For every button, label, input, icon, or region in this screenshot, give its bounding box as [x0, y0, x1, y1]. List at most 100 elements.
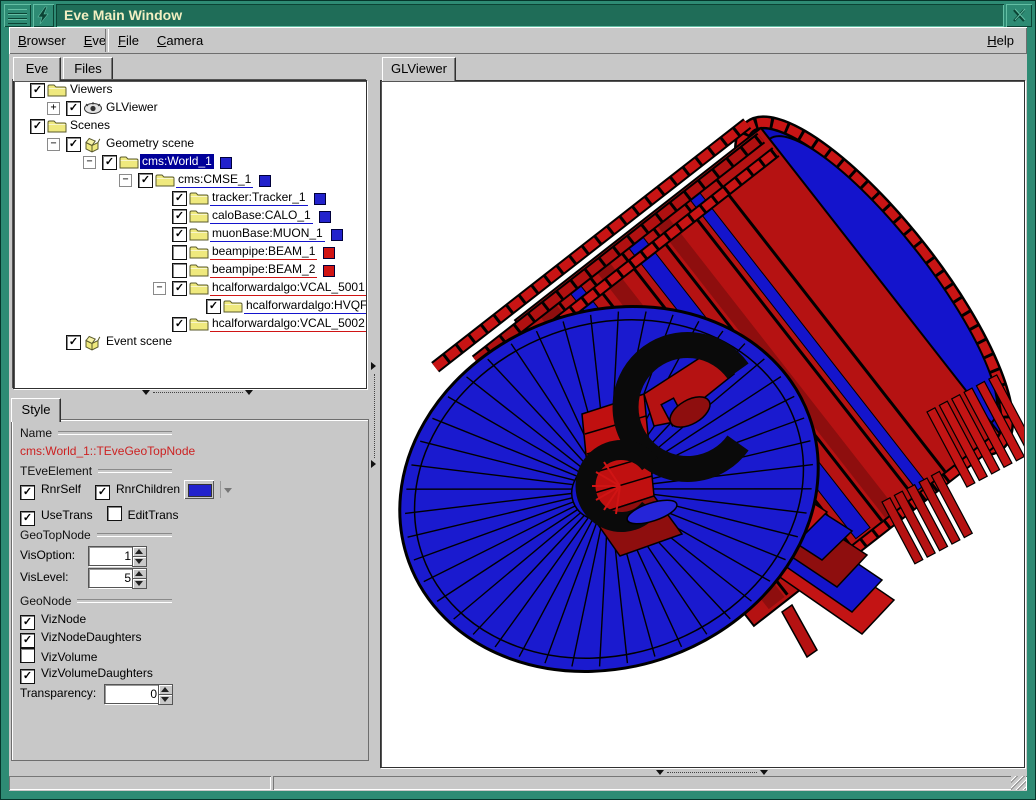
- tree-checkbox[interactable]: ✓: [66, 137, 81, 152]
- tree-checkbox[interactable]: ✓: [66, 335, 81, 350]
- tree-expander[interactable]: −: [47, 138, 60, 151]
- tree-expander[interactable]: −: [153, 282, 166, 295]
- tree-checkbox[interactable]: ✓: [172, 191, 187, 206]
- section-header-geotopnode: GeoTopNode: [20, 528, 172, 542]
- menu-group-help: Help: [978, 27, 1023, 54]
- rnr-checkbox-rnrchildren[interactable]: ✓: [95, 485, 110, 500]
- tab-glviewer[interactable]: GLViewer: [382, 57, 456, 81]
- tree-item-label[interactable]: hcalforwardalgo:VCAL_5001: [210, 280, 367, 296]
- visoption-spinner[interactable]: [132, 546, 145, 566]
- tree-checkbox[interactable]: [172, 245, 187, 260]
- viz-checkbox-viznodedaughters[interactable]: ✓: [20, 633, 35, 648]
- tree-expander[interactable]: −: [119, 174, 132, 187]
- tree-row: ✓ Viewers: [14, 81, 366, 99]
- tab-eve[interactable]: Eve: [13, 57, 61, 81]
- tree-item-label[interactable]: GLViewer: [104, 100, 160, 115]
- splitter-dots: [667, 772, 757, 773]
- menu-item-camera[interactable]: Camera: [148, 27, 212, 54]
- folder-icon: [47, 83, 67, 97]
- section-title: GeoTopNode: [20, 528, 91, 542]
- viz-checkbox-vizvolume[interactable]: [20, 648, 35, 663]
- viz-checkbox-vizvolumedaughters[interactable]: ✓: [20, 669, 35, 684]
- tree-checkbox[interactable]: ✓: [172, 281, 187, 296]
- tree-expander[interactable]: −: [83, 156, 96, 169]
- tree-checkbox[interactable]: ✓: [30, 83, 45, 98]
- spin-down-icon[interactable]: [132, 578, 147, 589]
- tree-row: beampipe:BEAM_1: [14, 243, 366, 261]
- app-icon-button[interactable]: [33, 4, 54, 27]
- tree-checkbox[interactable]: ✓: [206, 299, 221, 314]
- viz-label: VizNode: [41, 612, 86, 626]
- splitter-arrow-icon: [245, 390, 253, 395]
- tree-expander[interactable]: +: [47, 102, 60, 115]
- viz-label: VizVolume: [41, 650, 97, 664]
- tree-item-label[interactable]: beampipe:BEAM_1: [210, 244, 317, 260]
- tree-checkbox[interactable]: ✓: [172, 209, 187, 224]
- scene-icon: [83, 137, 103, 151]
- folder-icon: [189, 281, 209, 295]
- spin-down-icon[interactable]: [132, 556, 147, 567]
- close-button[interactable]: [1006, 4, 1032, 27]
- tree-item-label[interactable]: tracker:Tracker_1: [210, 190, 308, 206]
- vislevel-entry[interactable]: 5: [88, 568, 136, 588]
- menu-group-left: BrowserEve: [9, 34, 115, 48]
- resize-grip[interactable]: [1011, 776, 1026, 790]
- section-rule: [98, 469, 172, 473]
- menu-ridge: [8, 19, 27, 24]
- color-dropdown-button[interactable]: [220, 480, 234, 499]
- gl-viewer[interactable]: [380, 80, 1025, 768]
- tree-item-label[interactable]: hcalforwardalgo:VCAL_5002: [210, 316, 367, 332]
- tree-row: ✓ muonBase:MUON_1: [14, 225, 366, 243]
- vislevel-spinner[interactable]: [132, 568, 145, 588]
- folder-icon: [189, 245, 209, 259]
- tree-checkbox[interactable]: [172, 263, 187, 278]
- tree-item-label[interactable]: Viewers: [68, 82, 114, 97]
- tree-row: −✓ Geometry scene: [14, 135, 366, 153]
- tree-checkbox[interactable]: ✓: [30, 119, 45, 134]
- tree-item-label[interactable]: cms:CMSE_1: [176, 172, 253, 188]
- transparency-entry[interactable]: 0: [104, 684, 162, 704]
- tab-files[interactable]: Files: [63, 57, 113, 79]
- viz-checkbox-viznode[interactable]: ✓: [20, 615, 35, 630]
- splitter-arrow-icon: [371, 362, 376, 370]
- transparency-label: Transparency:: [20, 686, 96, 700]
- spin-down-icon[interactable]: [158, 694, 173, 705]
- tree-item-label[interactable]: Scenes: [68, 118, 112, 133]
- tree-style-splitter[interactable]: [13, 388, 365, 398]
- rnr-checkbox-rnrself[interactable]: ✓: [20, 485, 35, 500]
- splitter-arrow-icon: [142, 390, 150, 395]
- tree-item-label[interactable]: caloBase:CALO_1: [210, 208, 313, 224]
- tree-item-label[interactable]: muonBase:MUON_1: [210, 226, 325, 242]
- trans-label: EditTrans: [128, 508, 179, 522]
- menu-item-file[interactable]: File: [109, 27, 148, 54]
- tree-item-label[interactable]: beampipe:BEAM_2: [210, 262, 317, 278]
- tab-style[interactable]: Style: [11, 398, 61, 422]
- trans-checkbox-usetrans[interactable]: ✓: [20, 511, 35, 526]
- tree-item-label[interactable]: Geometry scene: [104, 136, 196, 151]
- tree-item-label[interactable]: cms:World_1: [140, 154, 214, 169]
- color-square-blue: [259, 175, 271, 187]
- window-menu-button[interactable]: [4, 4, 31, 27]
- transparency-spinner[interactable]: [158, 684, 171, 704]
- tree-item-label[interactable]: hcalforwardalgo:HVQF_1: [244, 298, 367, 314]
- menu-item-browser[interactable]: Browser: [9, 27, 75, 54]
- tree-item-label[interactable]: Event scene: [104, 334, 174, 349]
- rnr-check-row: ✓RnrSelf✓RnrChildren: [20, 482, 194, 498]
- color-swatch-button[interactable]: [184, 480, 214, 499]
- geonode-check-row: ✓VizVolumeDaughters: [20, 666, 167, 682]
- panes-splitter[interactable]: [369, 54, 380, 775]
- tree-checkbox[interactable]: ✓: [66, 101, 81, 116]
- section-title: Name: [20, 426, 52, 440]
- tree-checkbox[interactable]: ✓: [172, 317, 187, 332]
- scene-tree[interactable]: ✓Viewers+✓GLViewer✓Scenes−✓Geometry scen…: [13, 80, 367, 389]
- tree-checkbox[interactable]: ✓: [102, 155, 117, 170]
- menu-item-help[interactable]: Help: [978, 27, 1023, 54]
- trans-checkbox-edittrans[interactable]: [107, 506, 122, 521]
- color-square-blue: [319, 211, 331, 223]
- section-header-geonode: GeoNode: [20, 594, 172, 608]
- visoption-entry[interactable]: 1: [88, 546, 136, 566]
- tree-checkbox[interactable]: ✓: [138, 173, 153, 188]
- splitter-dots: [374, 374, 375, 458]
- status-bar: [9, 775, 1027, 791]
- tree-checkbox[interactable]: ✓: [172, 227, 187, 242]
